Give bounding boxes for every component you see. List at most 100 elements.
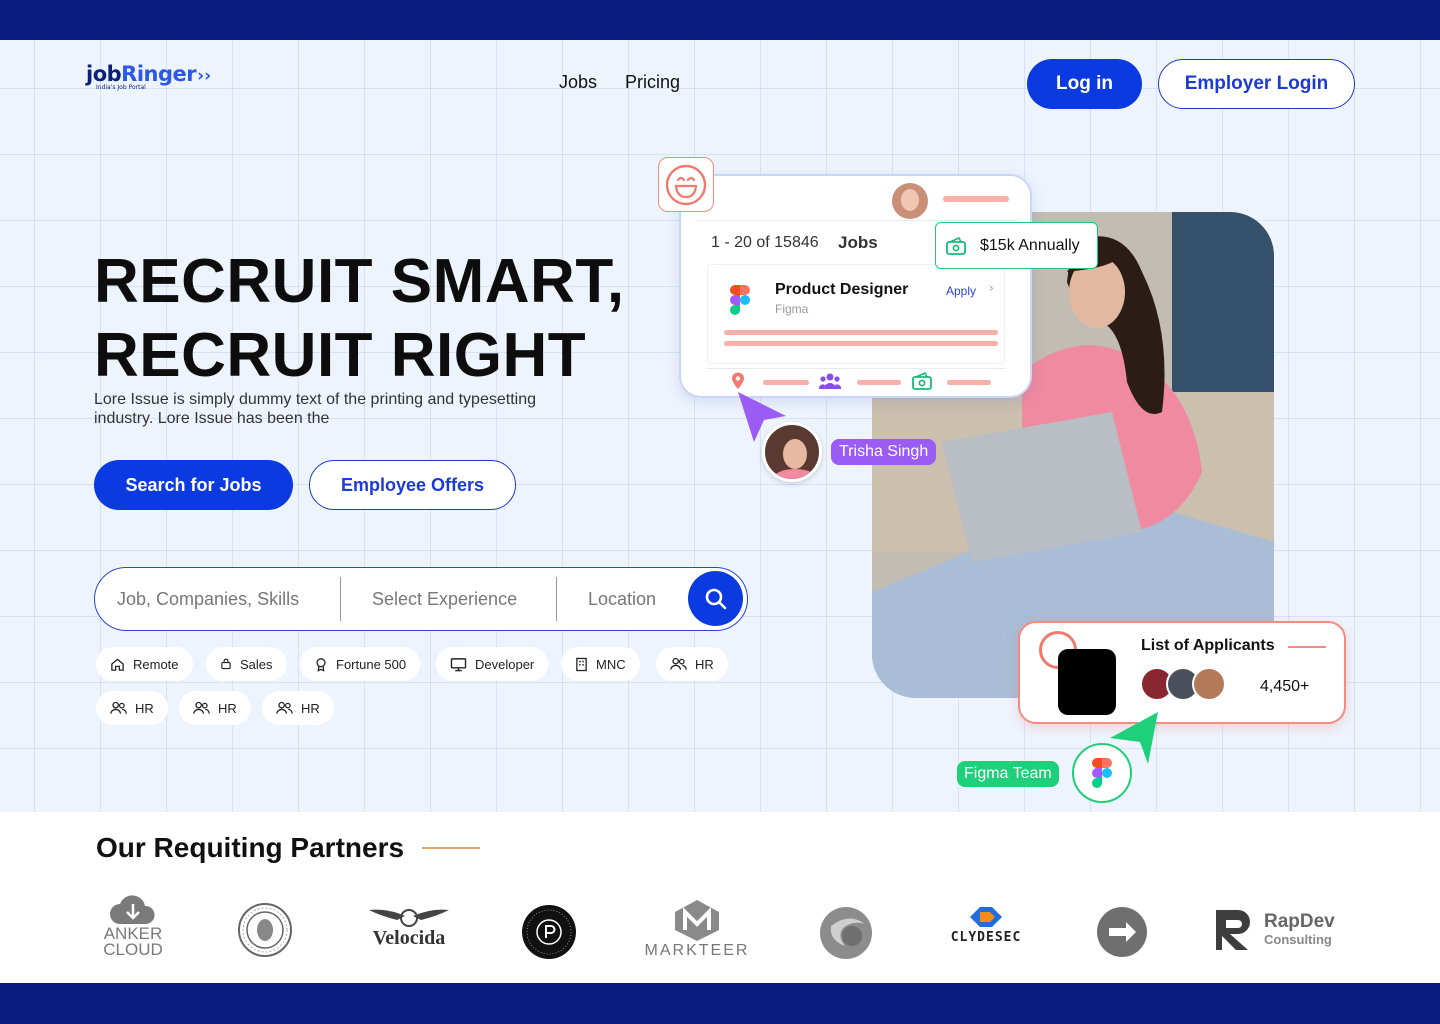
logo-text: MARKTEER: [644, 942, 750, 959]
figma-logo-icon: [730, 285, 750, 315]
filter-chip-developer[interactable]: Developer: [436, 647, 549, 681]
job-item[interactable]: Product Designer Figma Apply ›: [707, 264, 1005, 364]
filter-chip-hr[interactable]: HR: [96, 691, 168, 725]
chip-label: HR: [301, 700, 320, 716]
job-search-bar: Job, Companies, Skills Select Experience…: [94, 567, 748, 631]
building-icon: [576, 657, 587, 671]
filter-chip-hr[interactable]: HR: [262, 691, 334, 725]
filter-chip-remote[interactable]: Remote: [96, 647, 193, 681]
users-icon: [193, 701, 210, 714]
employee-offers-button[interactable]: Employee Offers: [309, 460, 516, 510]
figma-logo-icon: [1092, 758, 1112, 788]
filter-chip-sales[interactable]: Sales: [206, 647, 287, 681]
login-button[interactable]: Log in: [1027, 59, 1142, 109]
search-divider: [556, 577, 557, 621]
smiley-icon: [665, 164, 707, 205]
users-icon: [276, 701, 293, 714]
logo-text: Consulting: [1264, 932, 1332, 947]
arrow-logo[interactable]: [1096, 906, 1148, 958]
m-hexagon-icon: [675, 900, 719, 941]
home-icon: [111, 657, 124, 671]
hero-headline-line2: RECRUIT RIGHT: [94, 321, 587, 390]
chip-label: HR: [218, 700, 237, 716]
employer-login-button[interactable]: Employer Login: [1158, 59, 1355, 109]
hero-section: jobRinger›› India's Job Portal Jobs Pric…: [0, 40, 1440, 812]
chip-label: Remote: [133, 656, 179, 672]
brand-text-part1: job: [86, 62, 122, 86]
title-underline: [422, 847, 480, 849]
r-mark-icon: [1216, 910, 1250, 950]
money-icon: [912, 372, 932, 390]
users-icon: [110, 701, 127, 714]
filter-chip-mnc[interactable]: MNC: [561, 647, 640, 681]
partners-section: Our Requiting Partners ANKER CLOUD Veloc…: [0, 812, 1440, 983]
filter-chip-fortune-500[interactable]: Fortune 500: [300, 647, 421, 681]
applicants-count: 4,450+: [1260, 678, 1310, 695]
nav-pricing-link[interactable]: Pricing: [625, 72, 680, 93]
avatar: [762, 422, 822, 482]
filter-chip-hr[interactable]: HR: [179, 691, 251, 725]
users-icon: [670, 657, 687, 670]
logo-text: CLYDESEC: [950, 930, 1022, 945]
apply-link[interactable]: Apply: [946, 284, 976, 298]
wings-icon: [369, 909, 449, 927]
hero-headline-line1: RECRUIT SMART,: [94, 247, 625, 316]
chevron-right-icon: ›: [989, 281, 994, 295]
placeholder-bar: [943, 196, 1009, 202]
brand-logo[interactable]: jobRinger›› India's Job Portal: [86, 62, 211, 91]
job-title: Product Designer: [775, 281, 909, 298]
cloud-icon: [110, 895, 155, 924]
applicants-title: List of Applicants: [1141, 637, 1275, 654]
search-divider: [340, 577, 341, 621]
award-icon: [316, 657, 326, 672]
clydesec-logo[interactable]: CLYDESEC: [942, 904, 1030, 945]
hero-description: Lore Issue is simply dummy text of the p…: [94, 391, 536, 427]
chip-label: Sales: [240, 656, 273, 672]
location-input[interactable]: Location: [588, 568, 688, 630]
bag-icon: [221, 658, 231, 670]
search-jobs-button[interactable]: Search for Jobs: [94, 460, 293, 510]
markteer-logo[interactable]: MARKTEER: [644, 898, 750, 960]
search-icon: [705, 588, 726, 609]
circle-p-logo[interactable]: [521, 904, 577, 960]
arrow-right-icon: [1097, 907, 1147, 957]
job-count-text: 1 - 20 of 15846: [711, 234, 819, 251]
avatar: [1192, 667, 1226, 701]
money-icon: [946, 236, 966, 255]
logo-text: Velocida: [372, 927, 446, 949]
search-submit-button[interactable]: [688, 571, 743, 626]
seal-logo[interactable]: [237, 902, 293, 958]
salary-badge: $15k Annually: [935, 222, 1098, 269]
top-banner: [0, 0, 1440, 40]
clydesec-emblem-icon: [970, 907, 1002, 927]
chip-label: Developer: [475, 656, 535, 672]
experience-select[interactable]: Select Experience: [372, 568, 552, 630]
partners-title: Our Requiting Partners: [96, 832, 405, 863]
team-icon: [819, 373, 841, 389]
location-pin-icon: [732, 372, 744, 389]
user-name-tag: Trisha Singh: [831, 439, 937, 465]
double-chevron-icon: ››: [197, 66, 212, 86]
filter-chip-hr[interactable]: HR: [656, 647, 728, 681]
velocida-logo[interactable]: Velocida: [366, 906, 452, 948]
chip-label: HR: [135, 700, 154, 716]
job-search-input[interactable]: Job, Companies, Skills: [117, 568, 337, 630]
logo-text: CLOUD: [103, 940, 163, 959]
logo-text: RapDev: [1264, 911, 1335, 932]
chip-label: Fortune 500: [336, 656, 407, 672]
sphere-logo[interactable]: [819, 906, 873, 960]
team-name-tag: Figma Team: [957, 761, 1059, 787]
seal-icon: [238, 903, 292, 957]
figma-circle-badge: [1072, 743, 1132, 803]
job-listing-card: 1 - 20 of 15846 Jobs Product Designer Fi…: [679, 174, 1032, 398]
chip-label: HR: [695, 656, 714, 672]
anker-cloud-logo[interactable]: ANKER CLOUD: [98, 894, 168, 958]
nav-jobs-link[interactable]: Jobs: [559, 72, 597, 93]
bottom-banner: [0, 983, 1440, 1024]
monitor-icon: [450, 657, 467, 671]
brand-text-part2: Ringer: [121, 62, 197, 86]
rapdev-logo[interactable]: RapDev Consulting: [1214, 908, 1335, 952]
sphere-icon: [820, 907, 872, 959]
chip-label: MNC: [596, 656, 626, 672]
applicants-card: List of Applicants 4,450+: [1018, 621, 1346, 724]
